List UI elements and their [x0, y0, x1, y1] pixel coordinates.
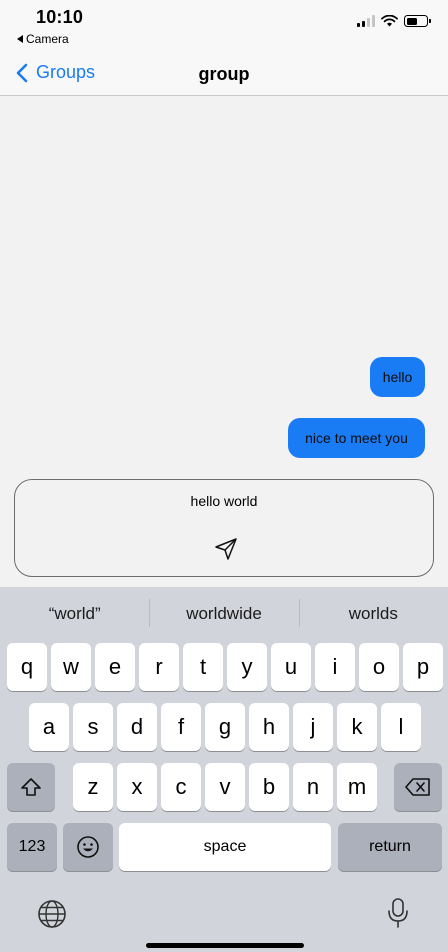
chevron-left-icon	[16, 63, 28, 82]
status-bar: 10:10 Camera	[0, 0, 448, 52]
battery-icon	[404, 15, 431, 27]
keyboard: “world” worldwide worlds q w e r t y u i…	[0, 587, 448, 952]
microphone-icon[interactable]	[386, 897, 410, 929]
suggestion-item[interactable]: worlds	[298, 587, 448, 639]
message-input[interactable]: hello world	[14, 479, 434, 577]
message-bubble[interactable]: nice to meet you	[288, 418, 425, 458]
key-y[interactable]: y	[227, 643, 267, 691]
shift-icon	[21, 778, 41, 796]
key-a[interactable]: a	[29, 703, 69, 751]
back-button-label: Groups	[36, 62, 96, 82]
key-i[interactable]: i	[315, 643, 355, 691]
status-icons	[357, 15, 431, 27]
emoji-icon	[77, 836, 99, 858]
key-e[interactable]: e	[95, 643, 135, 691]
key-c[interactable]: c	[161, 763, 201, 811]
message-input-text[interactable]: hello world	[15, 493, 433, 509]
key-d[interactable]: d	[117, 703, 157, 751]
delete-key[interactable]	[394, 763, 442, 811]
key-f[interactable]: f	[161, 703, 201, 751]
suggestion-item[interactable]: “world”	[0, 587, 149, 639]
back-triangle-icon	[17, 35, 23, 43]
suggestion-item[interactable]: worldwide	[149, 587, 298, 639]
back-to-app-link[interactable]: Camera	[17, 32, 69, 46]
home-indicator[interactable]	[146, 943, 304, 948]
key-n[interactable]: n	[293, 763, 333, 811]
globe-icon[interactable]	[37, 899, 67, 929]
status-time: 10:10	[36, 7, 84, 27]
space-key[interactable]: space	[119, 823, 331, 871]
numbers-key[interactable]: 123	[7, 823, 57, 871]
backspace-icon	[405, 778, 430, 796]
key-j[interactable]: j	[293, 703, 333, 751]
navigation-bar: group Groups	[0, 52, 448, 96]
key-v[interactable]: v	[205, 763, 245, 811]
send-button[interactable]	[213, 536, 239, 562]
key-z[interactable]: z	[73, 763, 113, 811]
shift-key[interactable]	[7, 763, 55, 811]
key-h[interactable]: h	[249, 703, 289, 751]
key-g[interactable]: g	[205, 703, 245, 751]
key-t[interactable]: t	[183, 643, 223, 691]
key-u[interactable]: u	[271, 643, 311, 691]
key-l[interactable]: l	[381, 703, 421, 751]
cellular-signal-icon	[357, 15, 375, 27]
key-w[interactable]: w	[51, 643, 91, 691]
key-o[interactable]: o	[359, 643, 399, 691]
message-bubble[interactable]: hello	[370, 357, 425, 397]
back-app-label: Camera	[26, 32, 69, 46]
key-r[interactable]: r	[139, 643, 179, 691]
key-p[interactable]: p	[403, 643, 443, 691]
wifi-icon	[381, 15, 398, 27]
key-s[interactable]: s	[73, 703, 113, 751]
key-q[interactable]: q	[7, 643, 47, 691]
emoji-key[interactable]	[63, 823, 113, 871]
return-key[interactable]: return	[338, 823, 442, 871]
key-b[interactable]: b	[249, 763, 289, 811]
back-button[interactable]: Groups	[16, 62, 95, 83]
key-m[interactable]: m	[337, 763, 377, 811]
key-x[interactable]: x	[117, 763, 157, 811]
key-k[interactable]: k	[337, 703, 377, 751]
suggestion-bar: “world” worldwide worlds	[0, 587, 448, 639]
